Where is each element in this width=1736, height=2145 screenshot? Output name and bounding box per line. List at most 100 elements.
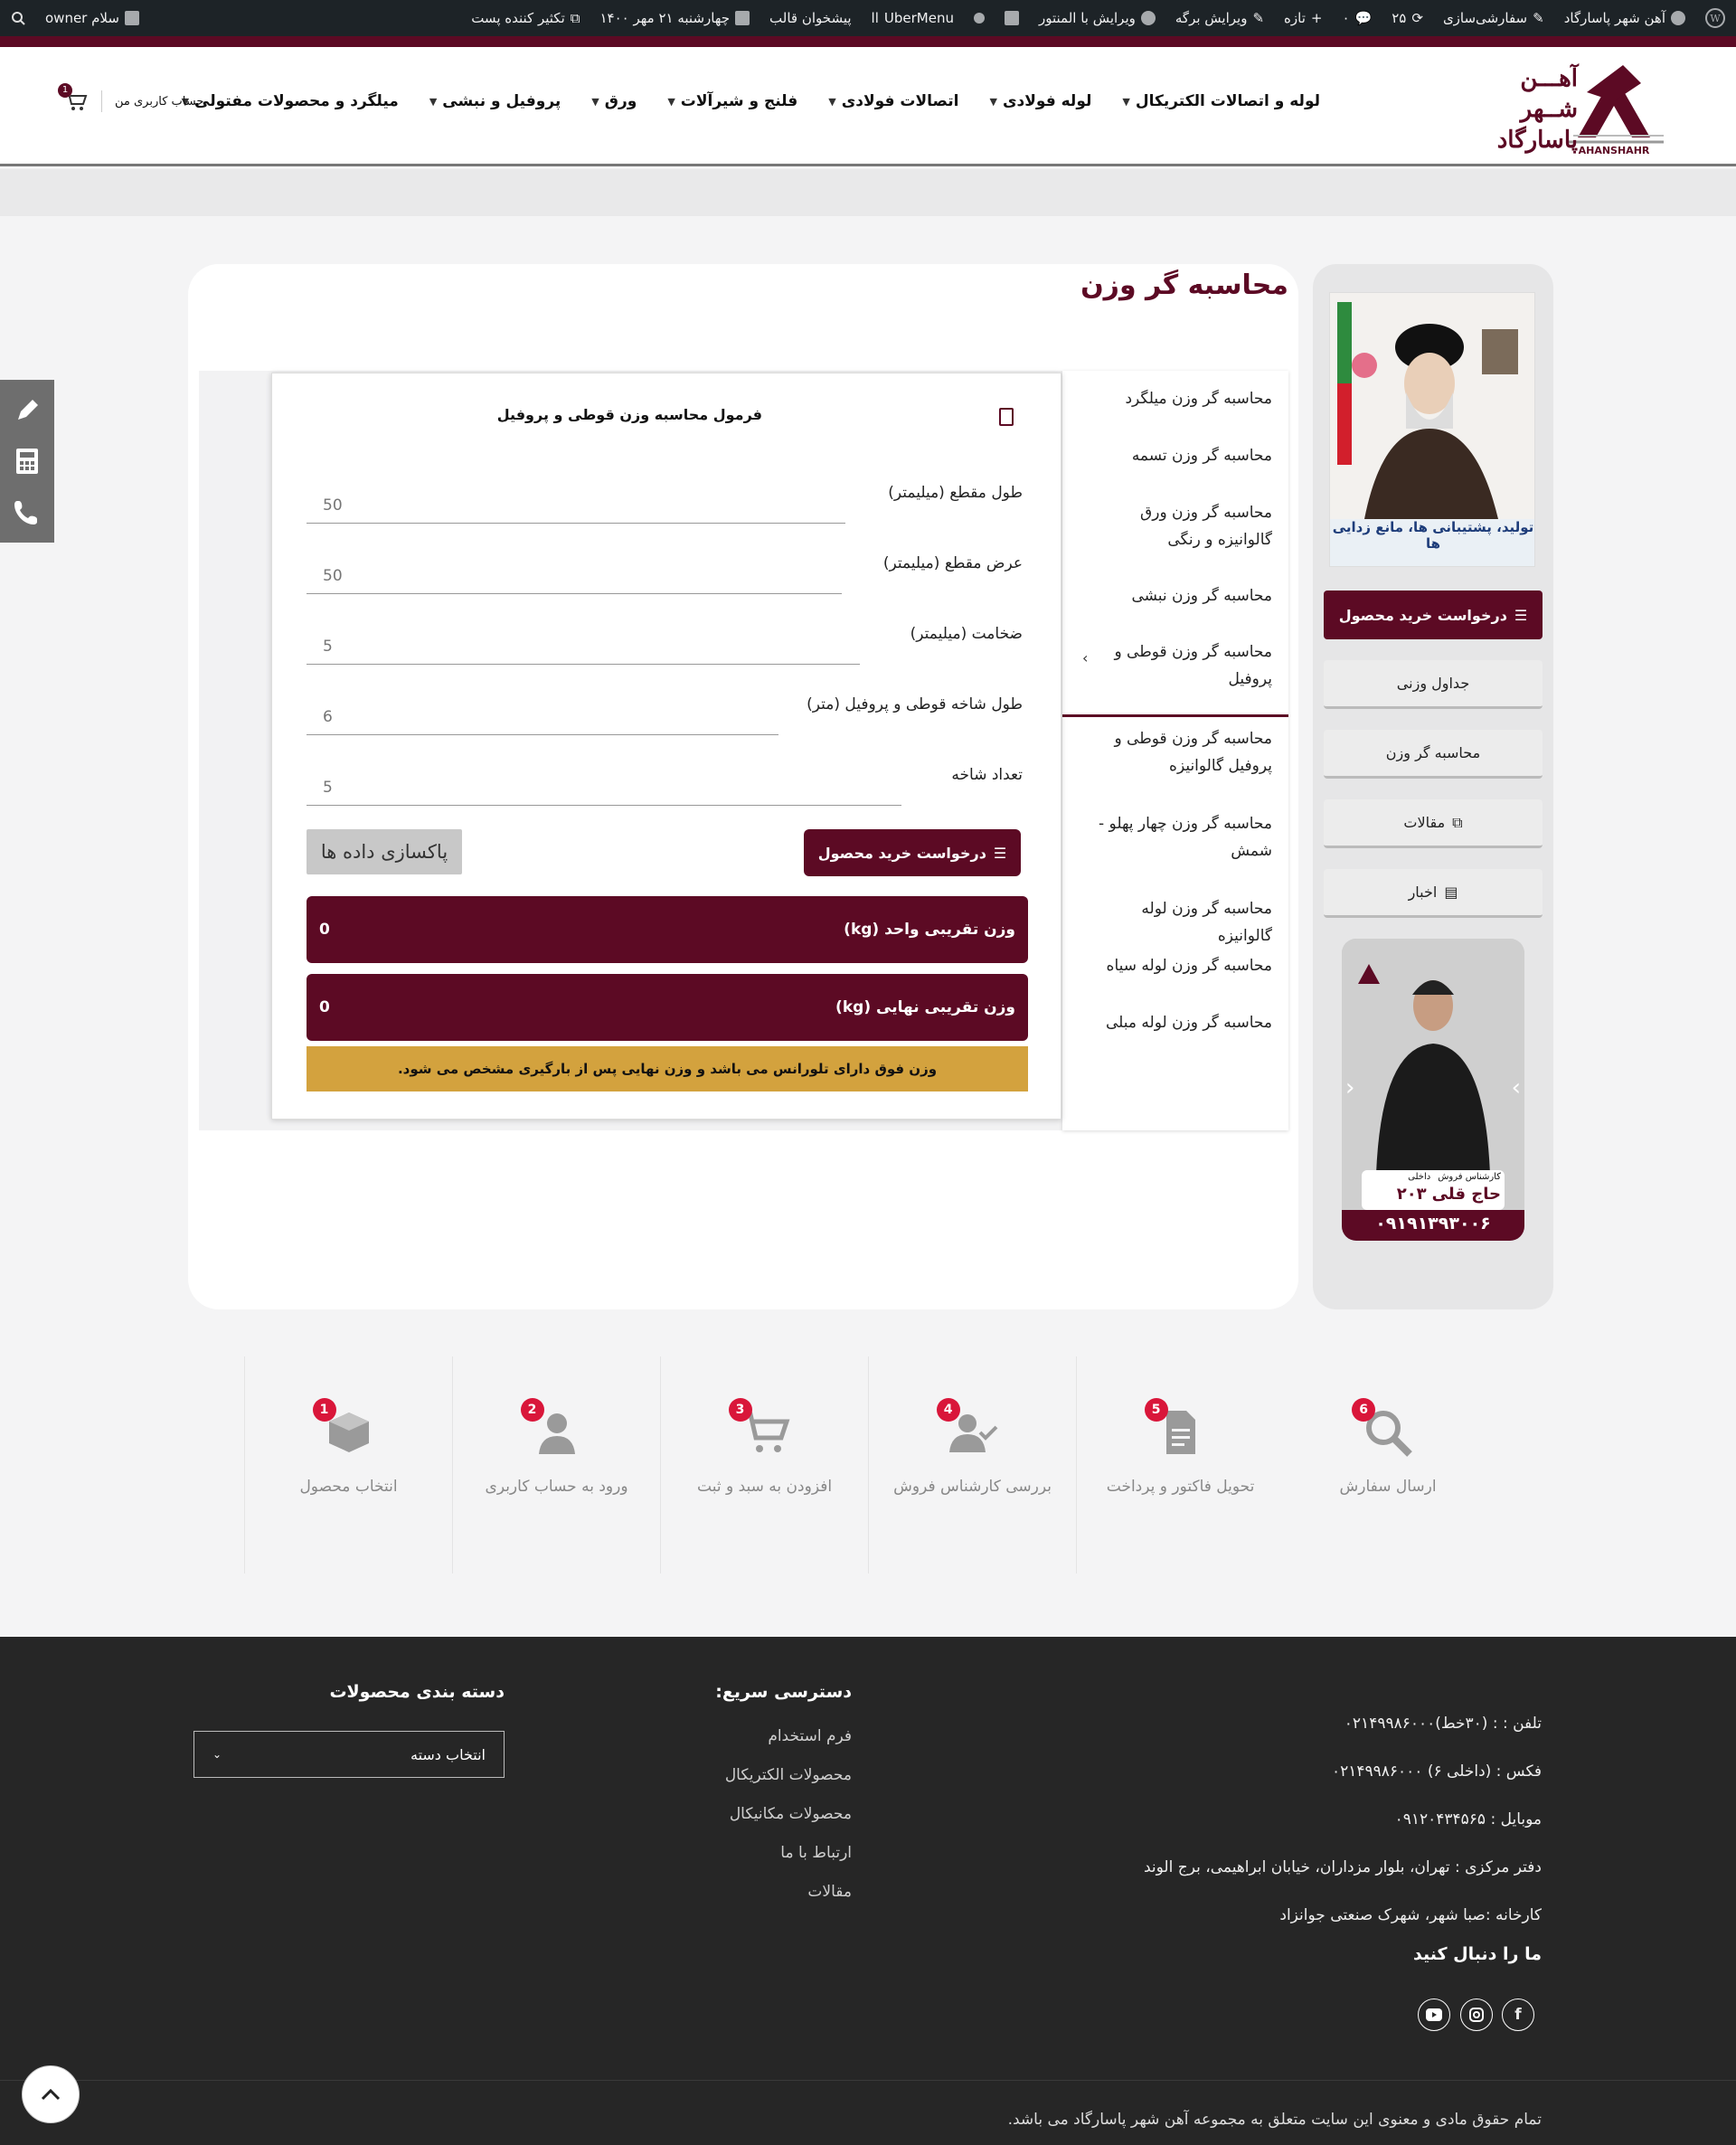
footer-office-address: دفتر مرکزی : تهران، بلوار مزداران، خیابا… [1143,1858,1542,1876]
step-shipping: 6 ارسال سفارش [1284,1356,1492,1573]
copyright-text: تمام حقوق مادی و معنوی این سایت متعلق به… [1007,2111,1542,2129]
footer-link-mechanical[interactable]: محصولات مکانیکال [730,1805,852,1823]
calc-menu-item-black-pipe[interactable]: محاسبه گر وزن لوله سیاه [1082,952,1272,979]
calculator-icon[interactable] [14,447,40,476]
edit-elementor-label: ویرایش با المنتور [1038,10,1136,26]
sidebar-request-button[interactable]: ☰ درخواست خرید محصول [1324,591,1543,639]
chevron-up-icon [41,2088,61,2101]
sales-phone[interactable]: ۰۹۱۹۱۳۹۳۰۰۶ [1342,1214,1524,1233]
footer-divider [0,2080,1736,2081]
customize-link[interactable]: ✎ سفارشی‌سازی [1443,10,1544,26]
footer-factory-address: کارخانه :صبا شهر، شهرک صنعتی جوانزاد [1279,1906,1542,1924]
footer-link-articles[interactable]: مقالات [807,1883,852,1901]
length-input[interactable] [307,487,845,524]
admin-search[interactable] [11,11,25,25]
calc-menu-item-galvanized-profile[interactable]: محاسبه گر وزن قوطی و پروفیل گالوانیزه [1082,725,1272,780]
nav-item-steel-pipe[interactable]: لوله فولادی ▼ [989,92,1091,110]
floating-tools [0,380,54,543]
footer-mobile: موبایل : ۰۹۱۲۰۴۳۴۵۶۵ [1394,1810,1542,1828]
sidebar-weight-calculator-button[interactable]: محاسبه گر وزن [1324,730,1543,779]
edit-page-link[interactable]: ✎ ویرایش برگه [1175,10,1264,26]
facebook-link[interactable]: f [1502,1999,1534,2031]
category-select[interactable]: انتخاب دسته ⌄ [193,1731,505,1778]
my-account-link[interactable]: سلام owner [45,10,139,26]
clear-data-button[interactable]: پاکسازی داده ها [307,829,462,874]
site-logo[interactable]: AHANSHAHR آهـــن شــهر پاسارگاد [1433,56,1668,156]
nav-item-sheet[interactable]: ورق ▼ [591,92,637,110]
footer-quick-access-title: دسترسی سریع: [715,1682,852,1702]
pencil-icon[interactable] [14,397,41,424]
nav-item-steel-fittings[interactable]: اتصالات فولادی ▼ [828,92,958,110]
nav-item-rebar[interactable]: میلگرد و محصولات مفتولی ▼ [182,92,399,110]
site-name-link[interactable]: آهن شهر پاسارگاد [1564,10,1685,26]
site-name: آهن شهر پاسارگاد [1563,10,1665,26]
calc-menu-item-rebar[interactable]: محاسبه گر وزن میلگرد [1082,385,1272,412]
branch-count-label: تعداد شاخه [951,766,1023,784]
calculator-heading: فرمول محاسبه وزن قوطی و پروفیل [496,406,762,423]
main-nav: لوله و اتصالات الکتریکال ▼ لوله فولادی ▼ ا… [182,92,1320,110]
yoast-link[interactable] [1004,11,1019,25]
branch-count-input[interactable] [307,770,901,806]
step-select-product: 1 انتخاب محصول [244,1356,452,1573]
step-icon-wrap: 4 [936,1398,998,1458]
avatar [124,11,139,25]
calc-menu-item-furniture-pipe[interactable]: محاسبه گر وزن لوله مبلی [1082,1009,1272,1036]
carousel-prev-icon[interactable]: ‹ [1345,1074,1354,1101]
nav-item-electrical[interactable]: لوله و اتصالات الکتریکال ▼ [1122,92,1320,110]
new-content-link[interactable]: + تازه [1284,10,1322,26]
edit-elementor-link[interactable]: ویرایش با المنتور [1039,10,1156,26]
calc-menu-item-galvanized-sheet[interactable]: محاسبه گر وزن ورق گالوانیزه و رنگی [1082,499,1272,553]
phone-icon[interactable] [14,498,41,525]
nav-item-flanges[interactable]: فلنج و شیرآلات ▼ [667,92,797,110]
updates-link[interactable]: ⟳ ۲۵ [1392,10,1423,26]
tolerance-note: وزن فوق دارای تلورانس می باشد و وزن نهای… [307,1046,1028,1091]
calc-menu-item-profile[interactable]: محاسبه گر وزن قوطی و پروفیل [1082,638,1272,693]
footer-link-contact[interactable]: ارتباط با ما [780,1844,852,1862]
step-number: 2 [520,1398,544,1422]
duplicate-post-link[interactable]: ⧉ تکثیر کننده پست [471,10,580,26]
logo-line-3: پاسارگاد [1496,127,1578,154]
final-weight-label: وزن تقریبی نهایی (kg) [835,998,1015,1016]
nav-label: لوله و اتصالات الکتریکال [1135,92,1320,110]
theme-preview-link[interactable]: پیشخوان قالب [769,10,852,26]
edit-page-label: ویرایش برگه [1175,10,1248,26]
branch-length-input[interactable] [307,699,778,735]
calc-menu-item-angle[interactable]: محاسبه گر وزن نبشی [1082,582,1272,609]
wordpress-menu[interactable]: W [1705,8,1725,28]
my-account-link[interactable]: حساب کاربری من [115,95,203,109]
chevron-right-icon: › [1082,649,1089,666]
scroll-to-top-button[interactable] [22,2065,80,2123]
youtube-link[interactable] [1418,1999,1450,2031]
step-icon-wrap: 6 [1352,1398,1413,1458]
footer-link-electrical[interactable]: محصولات الکتریکال [725,1766,852,1784]
instagram-link[interactable] [1460,1999,1493,2031]
ubermenu-link[interactable]: UberMenu ll [872,10,954,26]
sales-role: کارشناس فروش [1438,1172,1501,1182]
width-input[interactable] [307,558,842,594]
cart-button[interactable]: 1 [58,83,89,112]
nav-item-profile[interactable]: پروفیل و نبشی ▼ [429,92,561,110]
facebook-icon: f [1514,2006,1522,2024]
carousel-next-icon[interactable]: › [1512,1074,1521,1101]
sidebar-articles-button[interactable]: ⧉ مقالات [1324,799,1543,848]
leader-poster[interactable]: تولید، پشتیبانی ها، مانع زدایی ها [1329,292,1535,567]
calc-menu-item-galvanized-pipe[interactable]: محاسبه گر وزن لوله گالوانیزه [1082,895,1272,950]
sidebar-weight-tables-button[interactable]: جداول وزنی [1324,660,1543,709]
theme-preview-label: پیشخوان قالب [769,10,852,26]
sales-internal: داخلی [1408,1172,1431,1182]
footer-link-employment[interactable]: فرم استخدام [768,1727,852,1745]
step-number: 4 [936,1398,960,1422]
admin-bar: W آهن شهر پاسارگاد ✎ سفارشی‌سازی ⟳ ۲۵ 💬 ٠ +… [0,0,1736,36]
final-weight-value: 0 [319,998,330,1016]
dashboard-icon [1671,11,1685,25]
instagram-icon [1469,2008,1484,2022]
calc-menu-item-square-bar[interactable]: محاسبه گر وزن چهار پهلو - شمش [1082,810,1272,865]
nav-label: لوله فولادی [1002,92,1092,110]
comment-icon: 💬 [1354,10,1373,26]
sidebar-news-button[interactable]: ▤ اخبار [1324,869,1543,918]
thickness-input[interactable] [307,628,860,665]
comments-link[interactable]: 💬 ٠ [1342,10,1372,26]
calc-menu-item-strip[interactable]: محاسبه گر وزن تسمه [1082,442,1272,469]
logo-brand: AHANSHAHR [1579,145,1650,156]
request-purchase-button[interactable]: ☰ درخواست خرید محصول [804,829,1021,876]
